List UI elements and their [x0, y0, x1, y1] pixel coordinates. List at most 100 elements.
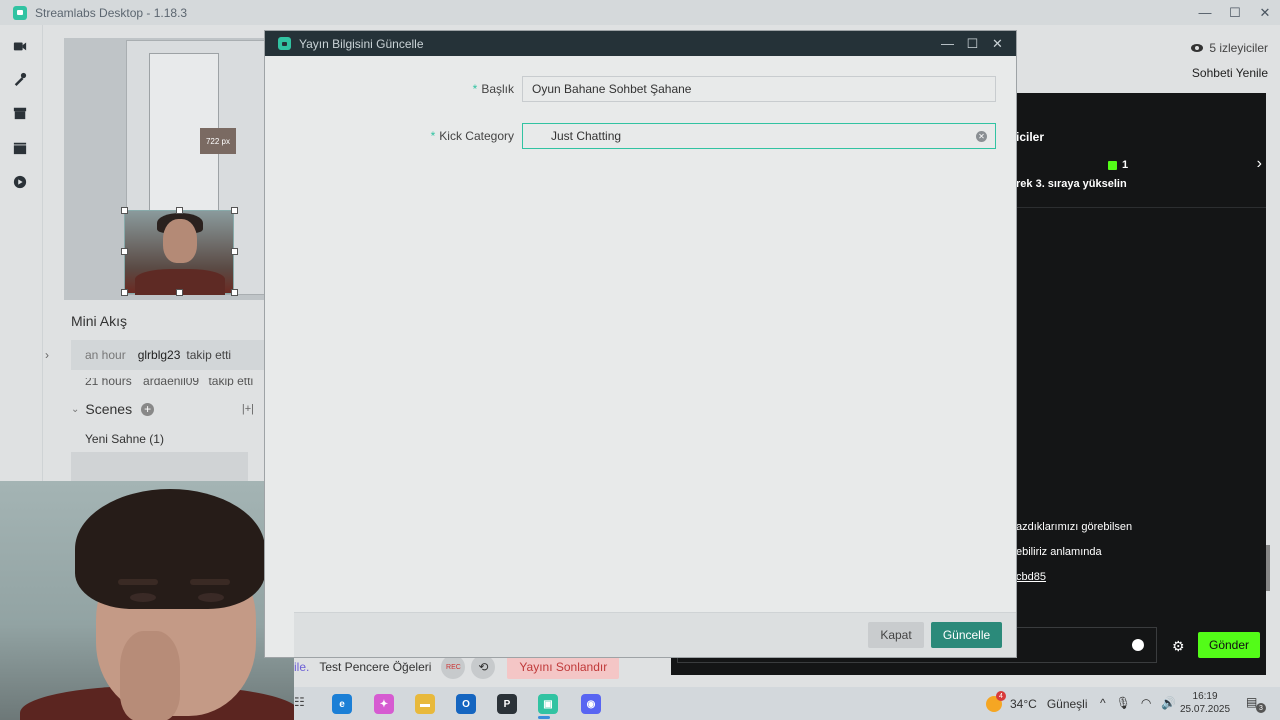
scene-item[interactable]: Yeni Sahne (1) [85, 432, 164, 446]
resize-handle[interactable] [231, 248, 238, 255]
test-widgets-button[interactable]: Test Pencere Öğeleri [319, 660, 431, 674]
webcam-eye [130, 593, 156, 602]
playstation-icon[interactable]: P [497, 694, 517, 714]
chat-scrollbar[interactable] [1266, 93, 1280, 675]
themes-icon[interactable] [12, 71, 28, 87]
viewer-count-label: 5 izleyiciler [1209, 41, 1268, 55]
dialog-footer: Kapat Güncelle [294, 612, 1016, 657]
category-row: * Kick Category Just Chatting ✕ [265, 123, 1016, 149]
streamlabs-logo-icon [278, 37, 291, 50]
scene-thumbnail[interactable] [71, 452, 248, 482]
add-scene-button[interactable]: + [141, 402, 155, 416]
bottombar-link[interactable]: ile. [294, 660, 309, 674]
weather-widget[interactable]: 4 34°C Güneşli [986, 691, 1088, 712]
end-stream-button[interactable]: Yayını Sonlandır [507, 655, 620, 679]
resize-handle[interactable] [176, 207, 183, 214]
eye-icon [1191, 44, 1204, 52]
editor-icon[interactable] [12, 38, 28, 54]
dialog-window-controls: — ☐ ✕ [935, 31, 1010, 56]
title-label: * Başlık [473, 82, 514, 96]
file-explorer-icon[interactable]: ▬ [415, 694, 435, 714]
title-row: * Başlık Oyun Bahane Sohbet Şahane [265, 76, 1016, 102]
record-button[interactable]: REC [441, 655, 466, 679]
resize-handle[interactable] [176, 289, 183, 296]
replay-buffer-icon[interactable]: ⟲ [471, 655, 496, 679]
resize-handle[interactable] [121, 207, 128, 214]
studio-mode-icon[interactable] [12, 140, 28, 156]
activity-time: 21 hours [85, 378, 132, 386]
play-icon[interactable] [12, 174, 28, 190]
clear-icon[interactable]: ✕ [976, 131, 987, 142]
chevron-up-icon[interactable]: ^ [1100, 696, 1106, 710]
discord-icon[interactable]: ◉ [581, 694, 601, 714]
resize-handle[interactable] [121, 248, 128, 255]
notification-icon[interactable]: ▤ 3 [1246, 695, 1266, 713]
activity-user: ardaenil09 [143, 378, 200, 386]
expand-chevron-icon[interactable]: › [45, 348, 49, 362]
title-label-text: Başlık [481, 82, 514, 96]
outlook-icon[interactable]: O [456, 694, 476, 714]
gift-counter: 1 [1108, 159, 1128, 171]
preview-face [163, 219, 197, 263]
title-input[interactable]: Oyun Bahane Sohbet Şahane [522, 76, 996, 102]
taskbar: ☷ e ✦ ▬ O P ▣ ◉ 4 34°C Güneşli ^ 🎙 ◠ 🔊 1… [294, 687, 1280, 720]
webcam-brow [118, 579, 158, 585]
volume-icon[interactable]: 🔊 [1161, 696, 1176, 710]
cancel-button[interactable]: Kapat [868, 622, 924, 648]
copilot-icon[interactable]: ✦ [374, 694, 394, 714]
mini-feed-title: Mini Akış [71, 313, 128, 329]
maximize-button[interactable]: ☐ [1220, 0, 1250, 25]
close-button[interactable]: ✕ [1250, 0, 1280, 25]
wifi-icon[interactable]: ◠ [1141, 696, 1151, 710]
activity-action: takip etti [186, 348, 232, 362]
dialog-titlebar: Yayın Bilgisini Güncelle — ☐ ✕ [265, 31, 1016, 56]
collapse-chevron-icon[interactable]: ⌄ [71, 404, 79, 415]
activity-user: glrblg23 [137, 348, 181, 362]
preview-size-label: 722 px [200, 128, 236, 154]
chat-link[interactable]: cbd85 [1016, 571, 1046, 583]
dialog-title: Yayın Bilgisini Güncelle [299, 36, 424, 51]
system-tray: ^ 🎙 ◠ 🔊 [1100, 696, 1186, 710]
webcam-hair [75, 489, 265, 609]
update-button[interactable]: Güncelle [931, 622, 1002, 648]
activity-row[interactable]: 21 hours ardaenil09 takip etti [85, 378, 265, 386]
resize-handle[interactable] [231, 289, 238, 296]
edge-icon[interactable]: e [332, 694, 352, 714]
leaderboard-promo: rek 3. sıraya yükselin [1016, 178, 1127, 190]
chat-message: ebiliriz anlamında [1016, 546, 1102, 558]
fit-icon[interactable]: |+| [242, 403, 254, 415]
chevron-right-icon[interactable]: › [1257, 155, 1262, 173]
required-marker: * [472, 82, 478, 96]
webcam-source[interactable] [124, 210, 234, 295]
chat-panel: iciler 1 rek 3. sıraya yükselin › azdıkl… [1016, 93, 1266, 675]
category-select[interactable]: Just Chatting ✕ [522, 123, 996, 149]
maximize-button[interactable]: ☐ [960, 31, 985, 56]
store-icon[interactable] [12, 105, 28, 121]
notification-count: 3 [1256, 703, 1266, 713]
resize-handle[interactable] [121, 289, 128, 296]
streamlabs-icon[interactable]: ▣ [538, 694, 558, 714]
emoji-icon[interactable] [1132, 639, 1144, 651]
gift-icon [1108, 160, 1117, 170]
dialog-footer-strip [265, 612, 294, 657]
webcam-eye [198, 593, 224, 602]
streamlabs-logo-icon [13, 5, 27, 20]
activity-row[interactable]: an hour glrblg23 takip etti [71, 340, 266, 370]
activity-action: takip etti [208, 378, 254, 386]
gear-icon[interactable]: ⚙ [1172, 638, 1185, 655]
scrollbar-thumb[interactable] [1266, 545, 1270, 591]
resize-handle[interactable] [231, 207, 238, 214]
close-button[interactable]: ✕ [985, 31, 1010, 56]
widgets-icon[interactable]: ☷ [294, 695, 305, 709]
minimize-button[interactable]: — [1190, 0, 1220, 25]
clock[interactable]: 16:19 25.07.2025 [1180, 690, 1230, 716]
scenes-header: ⌄ Scenes + |+| [71, 399, 266, 419]
webcam-brow [190, 579, 230, 585]
microphone-icon[interactable]: 🎙 [1116, 696, 1131, 710]
update-stream-info-dialog: Yayın Bilgisini Güncelle — ☐ ✕ * Başlık O… [265, 31, 1016, 657]
refresh-chat-button[interactable]: Sohbeti Yenile [1192, 66, 1268, 80]
minimize-button[interactable]: — [935, 31, 960, 56]
stream-preview[interactable]: 722 px [64, 38, 266, 300]
send-button[interactable]: Gönder [1198, 632, 1260, 658]
webcam-hand [120, 631, 180, 720]
